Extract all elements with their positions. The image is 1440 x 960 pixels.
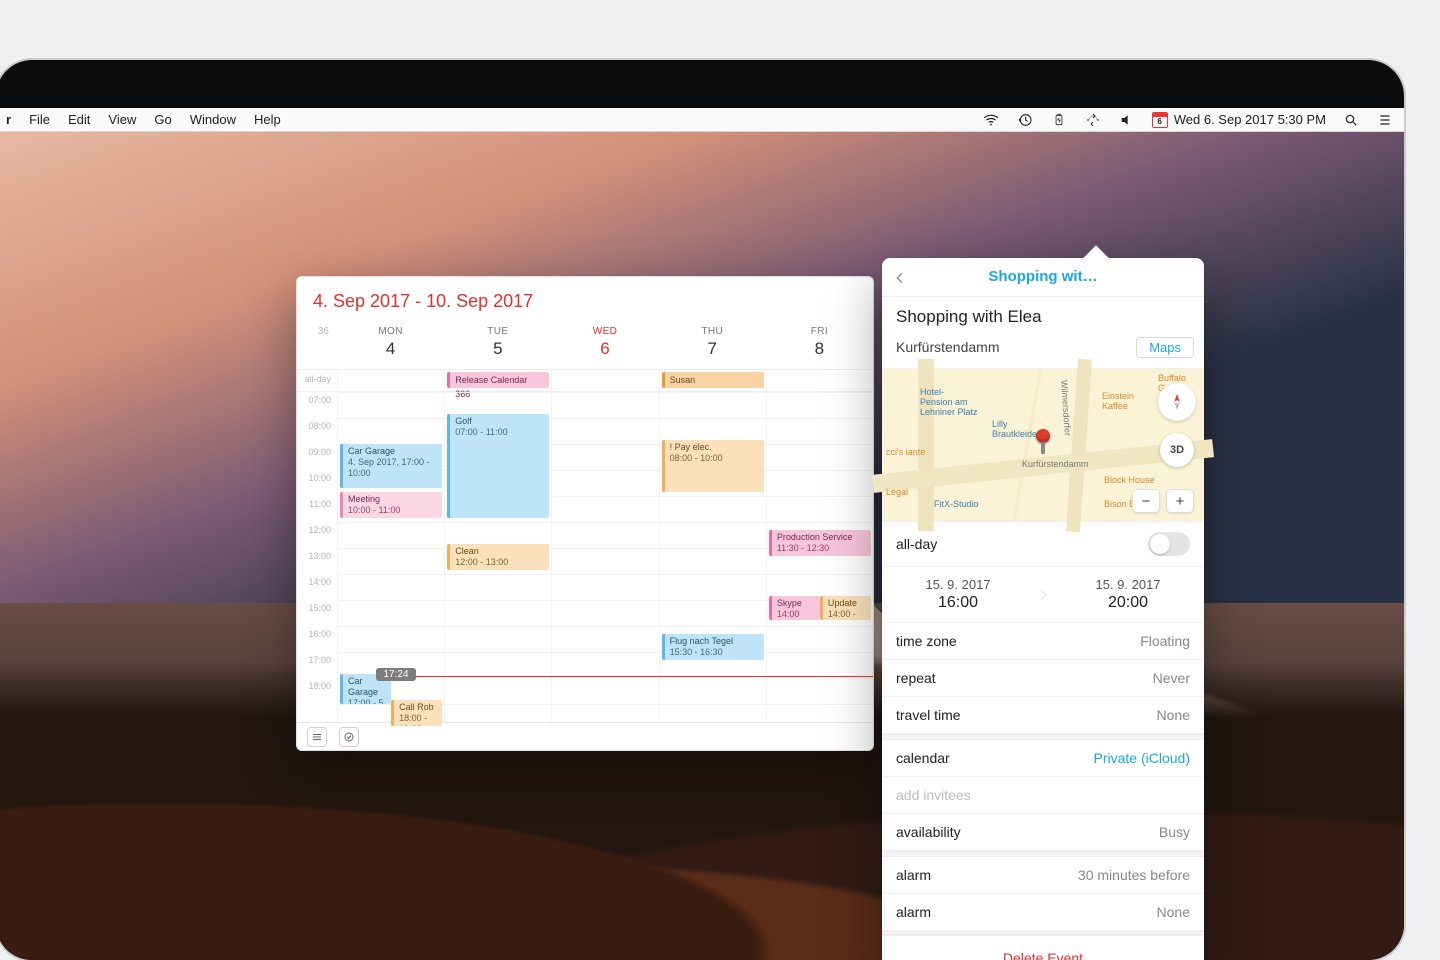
calendar-event[interactable]: Clean12:00 - 13:00	[447, 544, 549, 570]
map-label: Wilmersdorfer	[1059, 379, 1073, 436]
calendar-badge-icon: 6	[1152, 112, 1168, 128]
allday-cell-wed[interactable]	[551, 370, 658, 391]
all-day-label: all-day	[896, 536, 937, 552]
day-columns: Car Garage4. Sep 2017, 17:00 - 10:00 Meet…	[337, 392, 873, 722]
menu-window[interactable]: Window	[190, 112, 236, 127]
travel-time-row[interactable]: travel timeNone	[882, 697, 1204, 734]
calendar-event[interactable]: Golf07:00 - 11:00	[447, 414, 549, 518]
allday-event[interactable]: Release Calendar 366	[447, 372, 549, 388]
date-time-row[interactable]: 15. 9. 2017 16:00 15. 9. 2017 20:00	[882, 567, 1204, 623]
map-zoom-in-button[interactable]: +	[1166, 489, 1194, 513]
day-header[interactable]: MON4	[337, 320, 444, 369]
popover-header-title: Shopping wit…	[988, 268, 1097, 285]
map-label: Einstein Kaffee	[1102, 391, 1134, 411]
map-label: Legal	[886, 487, 908, 497]
map-pin-icon	[1036, 429, 1050, 443]
delete-event-button[interactable]: Delete Event	[882, 935, 1204, 960]
calendar-event[interactable]: Skype14:00	[769, 596, 820, 620]
hours-gutter: 07:0008:0009:0010:0011:0012:0013:0014:00…	[297, 392, 337, 722]
timemachine-icon[interactable]	[1016, 111, 1034, 129]
add-invitees-field[interactable]: add invitees	[882, 777, 1204, 814]
availability-row[interactable]: availabilityBusy	[882, 814, 1204, 851]
all-day-label: all-day	[297, 370, 337, 391]
day-column-tue[interactable]: Golf07:00 - 11:00 Clean12:00 - 13:00	[444, 392, 551, 722]
sync-icon[interactable]	[1084, 111, 1102, 129]
map-label: Block House	[1104, 475, 1155, 485]
laptop-bezel: r File Edit View Go Window Help	[0, 60, 1404, 960]
allday-cell-mon[interactable]	[337, 370, 444, 391]
map-compass-icon[interactable]	[1158, 383, 1196, 421]
menubar-datetime: Wed 6. Sep 2017 5:30 PM	[1174, 112, 1326, 127]
calendar-row[interactable]: calendarPrivate (iCloud)	[882, 740, 1204, 777]
volume-icon[interactable]	[1118, 111, 1136, 129]
map-preview[interactable]: Hotel- Pension am Lehniner Platz Lilly B…	[882, 368, 1204, 523]
week-number: 36	[297, 320, 337, 369]
app-name-suffix: r	[6, 112, 11, 127]
menubar: r File Edit View Go Window Help	[0, 108, 1404, 132]
allday-cell-thu[interactable]: Susan	[659, 370, 766, 391]
calendar-event[interactable]: Car Garage4. Sep 2017, 17:00 - 10:00	[340, 444, 442, 488]
event-detail-popover: Shopping wit… Shopping with Elea Kurfürs…	[882, 258, 1204, 960]
calendar-grid: 07:0008:0009:0010:0011:0012:0013:0014:00…	[297, 392, 873, 722]
repeat-row[interactable]: repeatNever	[882, 660, 1204, 697]
day-header[interactable]: FRI8	[766, 320, 873, 369]
map-3d-button[interactable]: 3D	[1160, 433, 1194, 467]
day-column-wed[interactable]	[551, 392, 658, 722]
timezone-row[interactable]: time zoneFloating	[882, 623, 1204, 660]
calendar-event[interactable]: Update14:00 -	[820, 596, 871, 620]
date-range-title: 4. Sep 2017 - 10. Sep 2017	[297, 277, 873, 320]
menu-file[interactable]: File	[29, 112, 50, 127]
day-header[interactable]: THU7	[659, 320, 766, 369]
menu-edit[interactable]: Edit	[68, 112, 90, 127]
day-header-row: 36 MON4TUE5WED6THU7FRI8	[297, 320, 873, 370]
screen: r File Edit View Go Window Help	[0, 108, 1404, 960]
day-header[interactable]: TUE5	[444, 320, 551, 369]
map-label: cci's iante	[886, 447, 925, 457]
map-label: Hotel- Pension am Lehniner Platz	[920, 387, 978, 417]
day-column-fri[interactable]: Production Service11:30 - 12:30 Skype14:0…	[766, 392, 873, 722]
menu-help[interactable]: Help	[254, 112, 281, 127]
current-time-line: 17:24	[377, 676, 873, 677]
map-label: FitX-Studio	[934, 499, 979, 509]
allday-cell-tue[interactable]: Release Calendar 366	[444, 370, 551, 391]
wifi-icon[interactable]	[982, 111, 1000, 129]
day-column-thu[interactable]: ! Pay elec.08:00 - 10:00 Flug nach Tegel1…	[659, 392, 766, 722]
calendar-event[interactable]: Meeting10:00 - 11:00	[340, 492, 442, 518]
end-datetime[interactable]: 15. 9. 2017 20:00	[1052, 567, 1204, 622]
sidebar-toggle-button[interactable]	[307, 727, 327, 747]
open-maps-button[interactable]: Maps	[1136, 337, 1194, 358]
start-datetime[interactable]: 15. 9. 2017 16:00	[882, 567, 1034, 622]
allday-cell-fri[interactable]	[766, 370, 873, 391]
back-button[interactable]	[892, 268, 908, 288]
day-header[interactable]: WED6	[551, 320, 658, 369]
calendar-event[interactable]: Call Rob18:00 - 19:00	[391, 700, 442, 726]
chevron-right-icon	[1034, 567, 1052, 622]
battery-icon[interactable]	[1050, 111, 1068, 129]
map-zoom-out-button[interactable]: −	[1132, 489, 1160, 513]
menu-go[interactable]: Go	[154, 112, 171, 127]
map-label: Kurfürstendamm	[1022, 459, 1089, 469]
spotlight-icon[interactable]	[1342, 111, 1360, 129]
calendar-footer	[297, 722, 873, 750]
calendar-event[interactable]: ! Pay elec.08:00 - 10:00	[662, 440, 764, 492]
allday-event[interactable]: Susan	[662, 372, 764, 388]
popover-header: Shopping wit…	[882, 258, 1204, 297]
tasks-toggle-button[interactable]	[339, 727, 359, 747]
menubar-calendar-widget[interactable]: 6 Wed 6. Sep 2017 5:30 PM	[1152, 112, 1326, 128]
event-title[interactable]: Shopping with Elea	[882, 297, 1204, 333]
calendar-event[interactable]: Production Service11:30 - 12:30	[769, 530, 871, 556]
calendar-window: 4. Sep 2017 - 10. Sep 2017 36 MON4TUE5WE…	[296, 276, 874, 751]
notification-center-icon[interactable]	[1376, 111, 1394, 129]
all-day-row: all-day Release Calendar 366 Susan	[297, 370, 873, 392]
menu-view[interactable]: View	[108, 112, 136, 127]
current-time-badge: 17:24	[376, 668, 416, 681]
map-label: Lilly Brautkleider	[992, 419, 1040, 439]
calendar-event[interactable]: Flug nach Tegel15:30 - 16:30	[662, 634, 764, 660]
event-location[interactable]: Kurfürstendamm	[896, 339, 999, 355]
alarm-row-1[interactable]: alarm30 minutes before	[882, 857, 1204, 894]
all-day-toggle[interactable]	[1148, 532, 1190, 556]
